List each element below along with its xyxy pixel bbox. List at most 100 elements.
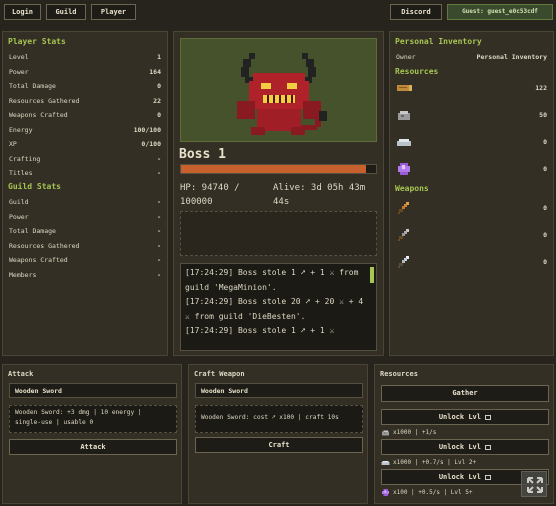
owner-value: Personal Inventory: [476, 53, 547, 61]
log-scrollbar[interactable]: [370, 267, 374, 283]
craft-button[interactable]: Craft: [195, 437, 363, 453]
stat-label: Members: [9, 270, 37, 279]
stat-label: Total Damage: [9, 227, 56, 235]
owner-label: Owner: [396, 53, 416, 61]
stat-value: -: [157, 154, 161, 163]
guild-button[interactable]: Guild: [46, 4, 86, 20]
wood-log-icon: [397, 85, 412, 91]
wooden-sword-icon: [398, 202, 409, 214]
stat-label: Total Damage: [9, 82, 56, 90]
weapons-title: Weapons: [395, 184, 429, 193]
boss-hp-text: HP: 94740 / 100000: [180, 183, 240, 207]
unlock-button[interactable]: Unlock Lvl: [381, 409, 549, 425]
player-stat-row: Power 164: [9, 67, 161, 78]
stat-value: -: [157, 212, 161, 221]
boss-info-box: [180, 211, 377, 256]
weapons-count: 0: [543, 258, 547, 266]
inventory-panel: Personal Inventory Owner Personal Invent…: [389, 31, 554, 356]
stat-label: Power: [9, 212, 29, 221]
iron-sword-icon: [398, 256, 409, 268]
stat-value: -: [157, 270, 161, 279]
guest-badge: Guest: guest_e0c53cdf: [447, 4, 553, 20]
stat-label: Resources Gathered: [9, 241, 80, 250]
stat-value: 22: [153, 96, 161, 105]
stone-sword-icon: [398, 229, 409, 241]
stat-value: 1: [157, 53, 161, 61]
resources-title: Resources: [395, 67, 439, 76]
stat-value: -: [157, 227, 161, 235]
player-stats-title: Player Stats: [8, 37, 66, 46]
resources-count: 0: [543, 138, 547, 146]
guild-stat-row: Weapons Crafted -: [9, 255, 161, 266]
stone-ore-icon: [382, 430, 389, 436]
attack-button[interactable]: Attack: [9, 439, 177, 455]
boss-portrait: [180, 38, 377, 142]
boss-hp-bar-fill: [181, 165, 366, 173]
boss-alive-text: Alive: 3d 05h 43m 44s: [273, 183, 366, 207]
inventory-owner-row: Owner Personal Inventory: [396, 52, 547, 63]
boss-event-log[interactable]: [17:24:29] Boss stole 1 ➚ + 1 ⚔ from gui…: [180, 263, 377, 351]
stat-label: Weapons Crafted: [9, 256, 68, 264]
amethyst-crystal-icon: [382, 489, 389, 496]
weapons-count: 0: [543, 231, 547, 239]
player-stats-panel: Player Stats Level 1 Power 164 Total Damage 0…: [2, 31, 168, 356]
unlock-button[interactable]: Unlock Lvl: [381, 439, 549, 455]
stat-value: -: [157, 241, 161, 250]
login-button[interactable]: Login: [4, 4, 41, 20]
boss-name: Boss 1: [179, 147, 226, 162]
resources-slot[interactable]: 50: [396, 105, 547, 125]
unlock-label: Unlock Lvl: [438, 473, 481, 481]
lock-icon: [485, 444, 492, 450]
stat-label: Titles: [9, 169, 33, 177]
boss-hp-bar: [180, 164, 377, 174]
resources-count: 50: [539, 111, 547, 119]
iron-ingot-icon: [381, 460, 390, 465]
guild-stat-row: Power -: [9, 212, 161, 223]
resources-count: 122: [535, 84, 547, 92]
stone-ore-icon: [398, 111, 410, 120]
stat-label: Power: [9, 67, 29, 76]
player-button[interactable]: Player: [91, 4, 136, 20]
guild-stat-row: Total Damage -: [9, 226, 161, 237]
resources-slot[interactable]: 122: [396, 78, 547, 98]
stat-label: Level: [9, 53, 29, 61]
iron-ingot-icon: [397, 139, 411, 146]
weapons-slot[interactable]: 0: [396, 198, 547, 218]
log-entry: [17:24:29] Boss stole 1 ➚ + 1 ⚔: [185, 326, 335, 335]
stat-value: 100/100: [133, 125, 161, 134]
unlock-info: x1000 | +0.7/s | Lvl 2+: [381, 458, 476, 467]
amethyst-crystal-icon: [398, 163, 410, 175]
attack-panel: Attack Wooden Sword Wooden Sword: +3 dmg…: [2, 364, 182, 504]
expand-icon[interactable]: [521, 471, 547, 497]
stat-label: Weapons Crafted: [9, 111, 68, 119]
resources-slot[interactable]: 0: [396, 132, 547, 152]
stat-label: Crafting: [9, 154, 41, 163]
player-stat-row: Titles -: [9, 168, 161, 179]
log-entry: [17:24:29] Boss stole 20 ➚ + 20 ⚔ + 4 ⚔ …: [185, 297, 364, 321]
lock-icon: [485, 414, 492, 420]
craft-weapon-info: Wooden Sword: cost ➚ x100 | craft 10s: [195, 405, 363, 433]
craft-weapon-select[interactable]: Wooden Sword: [195, 383, 363, 398]
guild-stat-row: Guild -: [9, 197, 161, 208]
resources-slot[interactable]: 0: [396, 159, 547, 179]
lock-icon: [485, 474, 492, 480]
weapons-slot[interactable]: 0: [396, 225, 547, 245]
guild-stat-row: Resources Gathered -: [9, 241, 161, 252]
stat-value: -: [157, 169, 161, 177]
inventory-title: Personal Inventory: [395, 37, 482, 46]
player-stat-row: Energy 100/100: [9, 125, 161, 136]
player-stat-row: Resources Gathered 22: [9, 96, 161, 107]
player-stat-row: Total Damage 0: [9, 81, 161, 92]
weapons-slot[interactable]: 0: [396, 252, 547, 272]
player-stat-row: Level 1: [9, 52, 161, 63]
attack-weapon-select[interactable]: Wooden Sword: [9, 383, 177, 398]
guild-stats-title: Guild Stats: [8, 182, 61, 191]
stat-value: 0: [157, 82, 161, 90]
unlock-info: x100 | +0.5/s | Lvl 5+: [381, 488, 472, 497]
gather-button[interactable]: Gather: [381, 385, 549, 402]
discord-button[interactable]: Discord: [390, 4, 442, 20]
stat-value: -: [157, 198, 161, 206]
player-stat-row: Weapons Crafted 0: [9, 110, 161, 121]
resources-count: 0: [543, 165, 547, 173]
attack-title: Attack: [8, 370, 34, 378]
